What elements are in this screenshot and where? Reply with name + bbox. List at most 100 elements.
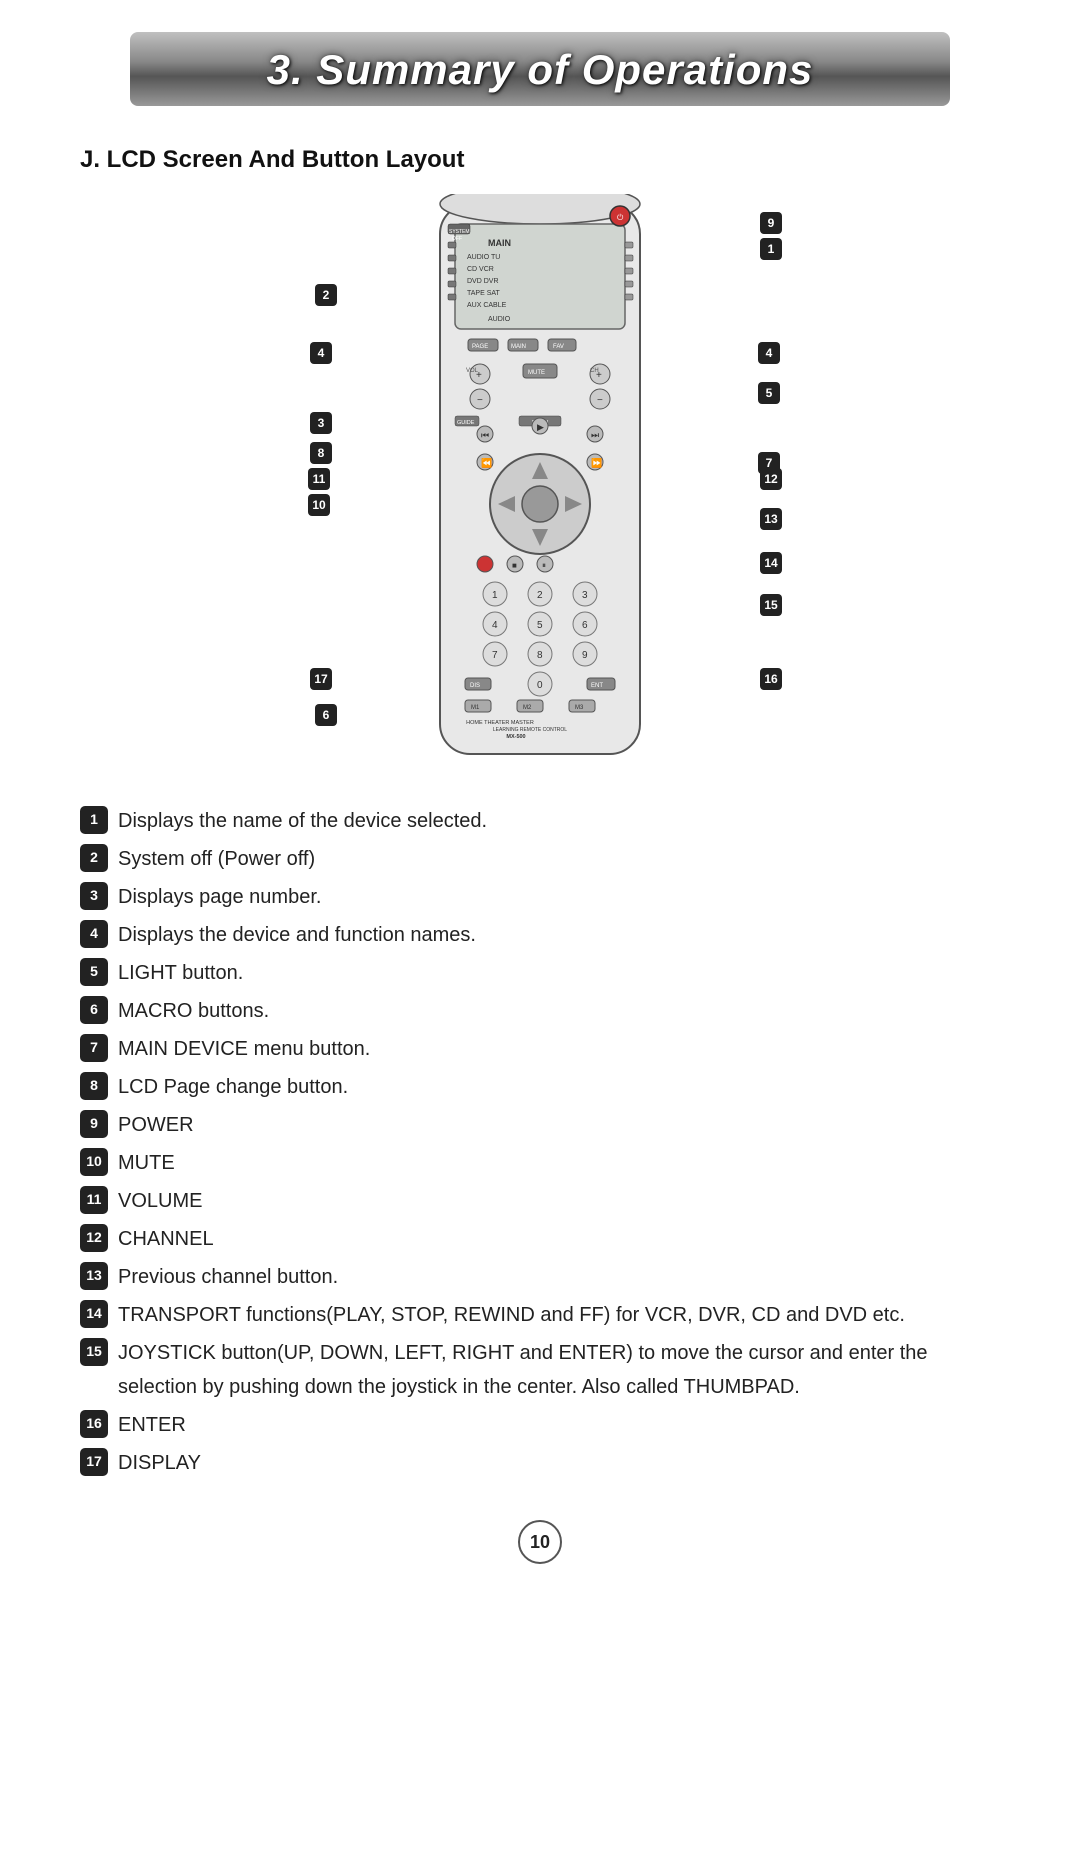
header-banner: 3. Summary of Operations — [130, 32, 950, 106]
desc-item-9: 9 POWER — [80, 1108, 1000, 1142]
badge-5: 5 — [758, 382, 780, 404]
svg-text:PAGE: PAGE — [472, 344, 488, 350]
svg-text:2: 2 — [537, 590, 543, 601]
svg-text:SYSTEM: SYSTEM — [449, 229, 470, 235]
desc-text-6: MACRO buttons. — [118, 994, 1000, 1028]
num-badge-15: 15 — [80, 1338, 108, 1366]
desc-item-17: 17 DISPLAY — [80, 1446, 1000, 1480]
desc-item-13: 13 Previous channel button. — [80, 1260, 1000, 1294]
section-title: J. LCD Screen And Button Layout — [80, 146, 1000, 174]
svg-text:OFF: OFF — [452, 236, 462, 242]
num-badge-9: 9 — [80, 1110, 108, 1138]
desc-text-8: LCD Page change button. — [118, 1070, 1000, 1104]
diagram-wrapper: MAIN AUDIO TU CD VCR DVD DVR TAPE SAT AU… — [260, 194, 820, 774]
desc-item-15: 15 JOYSTICK button(UP, DOWN, LEFT, RIGHT… — [80, 1336, 1000, 1404]
num-badge-16: 16 — [80, 1410, 108, 1438]
svg-text:MAIN: MAIN — [488, 238, 511, 248]
badge-17: 17 — [310, 668, 332, 690]
svg-text:DIS: DIS — [470, 683, 480, 689]
svg-text:GUIDE: GUIDE — [457, 420, 475, 426]
num-badge-6: 6 — [80, 996, 108, 1024]
desc-item-2: 2 System off (Power off) — [80, 842, 1000, 876]
badge-10: 10 — [308, 494, 330, 516]
num-badge-14: 14 — [80, 1300, 108, 1328]
desc-item-7: 7 MAIN DEVICE menu button. — [80, 1032, 1000, 1066]
desc-item-1: 1 Displays the name of the device select… — [80, 804, 1000, 838]
svg-text:HOME THEATER MASTER: HOME THEATER MASTER — [466, 720, 534, 726]
header-title: 3. Summary of Operations — [130, 46, 950, 94]
badge-16: 16 — [760, 668, 782, 690]
num-badge-4: 4 — [80, 920, 108, 948]
svg-text:▶: ▶ — [537, 422, 544, 432]
badge-12: 12 — [760, 468, 782, 490]
badge-15: 15 — [760, 594, 782, 616]
num-badge-2: 2 — [80, 844, 108, 872]
num-badge-3: 3 — [80, 882, 108, 910]
svg-text:⏸: ⏸ — [542, 561, 546, 570]
desc-text-10: MUTE — [118, 1146, 1000, 1180]
svg-text:4: 4 — [492, 620, 498, 631]
desc-item-14: 14 TRANSPORT functions(PLAY, STOP, REWIN… — [80, 1298, 1000, 1332]
num-badge-13: 13 — [80, 1262, 108, 1290]
svg-text:LEARNING REMOTE CONTROL: LEARNING REMOTE CONTROL — [493, 727, 567, 733]
desc-text-17: DISPLAY — [118, 1446, 1000, 1480]
badge-4r: 4 — [758, 342, 780, 364]
badge-1: 1 — [760, 238, 782, 260]
desc-text-3: Displays page number. — [118, 880, 1000, 914]
num-badge-10: 10 — [80, 1148, 108, 1176]
desc-text-15: JOYSTICK button(UP, DOWN, LEFT, RIGHT an… — [118, 1336, 1000, 1404]
svg-text:M1: M1 — [471, 705, 480, 711]
desc-text-9: POWER — [118, 1108, 1000, 1142]
svg-text:AUDIO: AUDIO — [488, 316, 511, 323]
num-badge-5: 5 — [80, 958, 108, 986]
svg-text:■: ■ — [512, 561, 517, 570]
badge-6: 6 — [315, 704, 337, 726]
badge-9: 9 — [760, 212, 782, 234]
description-list: 1 Displays the name of the device select… — [80, 804, 1000, 1480]
svg-text:⏻: ⏻ — [617, 213, 624, 222]
svg-text:5: 5 — [537, 620, 543, 631]
svg-text:⏩: ⏩ — [591, 457, 602, 468]
svg-text:FAV: FAV — [553, 344, 564, 350]
page-number-container: 10 — [0, 1520, 1080, 1564]
svg-text:9: 9 — [582, 650, 588, 661]
badge-14: 14 — [760, 552, 782, 574]
page-number: 10 — [518, 1520, 562, 1564]
svg-text:−: − — [477, 395, 483, 406]
desc-item-4: 4 Displays the device and function names… — [80, 918, 1000, 952]
num-badge-12: 12 — [80, 1224, 108, 1252]
desc-text-11: VOLUME — [118, 1184, 1000, 1218]
badge-13: 13 — [760, 508, 782, 530]
svg-text:MUTE: MUTE — [528, 370, 545, 376]
svg-text:3: 3 — [582, 590, 588, 601]
svg-text:⏮: ⏮ — [481, 430, 489, 440]
svg-text:M3: M3 — [575, 705, 584, 711]
svg-text:⏪: ⏪ — [481, 457, 492, 468]
desc-text-4: Displays the device and function names. — [118, 918, 1000, 952]
num-badge-7: 7 — [80, 1034, 108, 1062]
svg-text:AUX CABLE: AUX CABLE — [467, 302, 507, 309]
desc-item-16: 16 ENTER — [80, 1408, 1000, 1442]
remote-svg: MAIN AUDIO TU CD VCR DVD DVR TAPE SAT AU… — [420, 194, 660, 764]
num-badge-17: 17 — [80, 1448, 108, 1476]
desc-text-13: Previous channel button. — [118, 1260, 1000, 1294]
svg-text:TAPE SAT: TAPE SAT — [467, 290, 501, 297]
svg-text:MAIN: MAIN — [511, 344, 526, 350]
desc-text-16: ENTER — [118, 1408, 1000, 1442]
svg-text:8: 8 — [537, 650, 543, 661]
num-badge-8: 8 — [80, 1072, 108, 1100]
desc-text-5: LIGHT button. — [118, 956, 1000, 990]
svg-text:ENT: ENT — [591, 683, 603, 689]
svg-text:MX-500: MX-500 — [506, 734, 525, 740]
svg-text:DVD DVR: DVD DVR — [467, 278, 499, 285]
desc-item-10: 10 MUTE — [80, 1146, 1000, 1180]
remote-diagram: MAIN AUDIO TU CD VCR DVD DVR TAPE SAT AU… — [0, 194, 1080, 774]
num-badge-1: 1 — [80, 806, 108, 834]
desc-text-2: System off (Power off) — [118, 842, 1000, 876]
svg-text:⏭: ⏭ — [591, 430, 599, 440]
svg-text:0: 0 — [537, 680, 543, 691]
desc-text-1: Displays the name of the device selected… — [118, 804, 1000, 838]
desc-item-3: 3 Displays page number. — [80, 880, 1000, 914]
svg-text:M2: M2 — [523, 705, 532, 711]
badge-4: 4 — [310, 342, 332, 364]
